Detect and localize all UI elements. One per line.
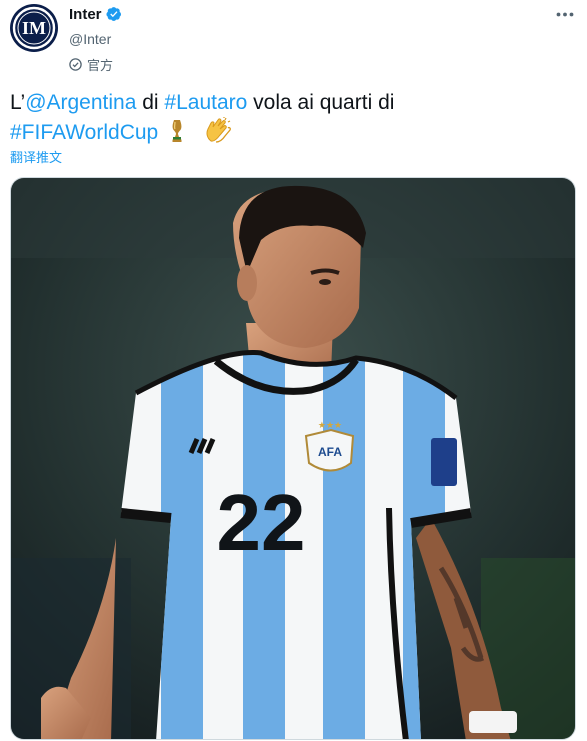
- official-label-text: 官方: [87, 58, 114, 73]
- inter-logo-icon: IM: [12, 6, 56, 50]
- tweet: IM Inter @Inter 官方 L’@Argentina di #Laut…: [0, 0, 587, 741]
- verified-badge-icon: [105, 6, 122, 22]
- more-options-icon[interactable]: [555, 6, 575, 22]
- crest-text: AFA: [318, 445, 342, 459]
- official-label-icon: [69, 58, 82, 71]
- official-label: 官方: [69, 55, 122, 74]
- avatar[interactable]: IM: [10, 4, 58, 52]
- handle[interactable]: @Inter: [69, 31, 122, 47]
- display-name[interactable]: Inter: [69, 6, 102, 23]
- tweet-text-di: di: [136, 91, 165, 114]
- tweet-photo[interactable]: AFA ★★★ 22: [10, 177, 576, 740]
- svg-text:★★★: ★★★: [318, 420, 342, 430]
- hashtag-fifaworldcup[interactable]: #FIFAWorldCup: [10, 121, 158, 144]
- clapping-hands-emoji: [204, 117, 232, 151]
- tweet-text: L’@Argentina di #Lautaro vola ai quarti …: [10, 88, 570, 151]
- trophy-emoji: [170, 119, 184, 151]
- svg-text:IM: IM: [22, 18, 46, 38]
- tweet-prefix: L’: [10, 91, 26, 114]
- shirt-number: 22: [217, 478, 306, 567]
- mention-argentina[interactable]: @Argentina: [25, 91, 136, 114]
- author-block: Inter @Inter 官方: [69, 5, 122, 74]
- tweet-text-rest: vola ai quarti di: [247, 91, 395, 114]
- hashtag-lautaro[interactable]: #Lautaro: [164, 91, 247, 114]
- translate-tweet-link[interactable]: 翻译推文: [10, 147, 62, 166]
